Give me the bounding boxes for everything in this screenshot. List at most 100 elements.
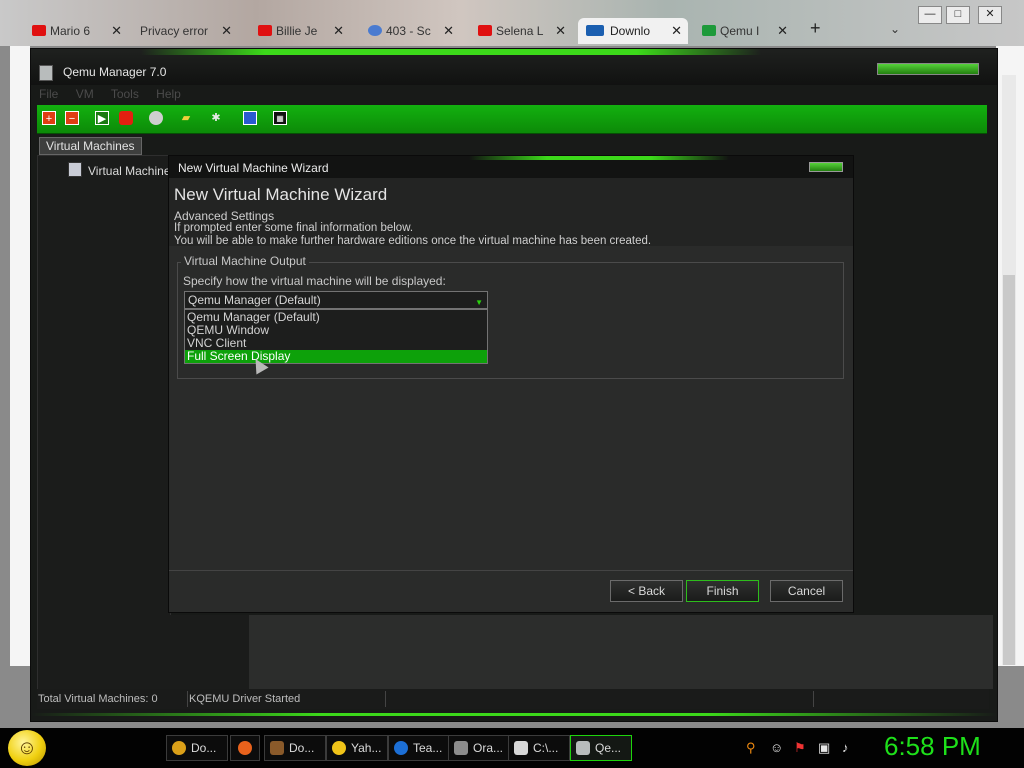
taskbar-item-label: Yah... (351, 741, 382, 755)
taskbar-item-virtualbox[interactable]: Ora... (448, 735, 510, 761)
qemu-app-icon (39, 65, 53, 81)
menu-file[interactable]: File (39, 87, 58, 101)
status-total-vms: Total Virtual Machines: 0 (38, 693, 158, 705)
firefox-icon (238, 741, 252, 755)
output-mode-select[interactable]: Qemu Manager (Default) ▼ (184, 291, 488, 309)
add-vm-icon[interactable]: + (42, 111, 56, 125)
wizard-subheading: Advanced Settings (174, 209, 275, 223)
close-tab-icon[interactable]: ✕ (333, 18, 344, 44)
browser-tab-4[interactable]: 403 - Sc ✕ (360, 18, 460, 44)
tree-item-virtual-machines[interactable]: Virtual Machines (68, 162, 177, 178)
menu-bar: File VM Tools Help (39, 87, 195, 103)
taskbar-item-chrome[interactable]: Do... (166, 735, 228, 761)
wizard-titlebar-accent (469, 156, 729, 160)
toolbar: + − ▶ ▰ ✱ ▦ (37, 105, 987, 134)
taskbar-item-label: Do... (191, 741, 217, 755)
close-tab-icon[interactable]: ✕ (777, 18, 788, 44)
remove-vm-icon[interactable]: − (65, 111, 79, 125)
window-titlebar[interactable]: Qemu Manager 7.0 (31, 49, 997, 85)
window-bottom-accent (31, 713, 997, 716)
output-mode-dropdown-list: Qemu Manager (Default) QEMU Window VNC C… (184, 309, 488, 364)
status-separator (187, 691, 188, 707)
browser-tab-1[interactable]: Mario 6 ✕ (24, 18, 128, 44)
scrollbar-thumb[interactable] (1003, 275, 1015, 665)
finish-button[interactable]: Finish (686, 580, 759, 602)
stop-icon[interactable] (119, 111, 133, 125)
wizard-title: New Virtual Machine Wizard (178, 161, 329, 175)
youtube-icon (258, 25, 272, 36)
play-icon[interactable]: ▶ (95, 111, 109, 125)
browser-tab-3[interactable]: Billie Je ✕ (250, 18, 350, 44)
page-background-left (10, 46, 30, 666)
window-controls[interactable] (877, 63, 979, 75)
browser-tab-7[interactable]: Qemu I ✕ (694, 18, 794, 44)
taskbar-item-teamviewer[interactable]: Tea... (388, 735, 450, 761)
tools-icon[interactable]: ✱ (209, 111, 223, 125)
maximize-button[interactable]: □ (946, 6, 970, 24)
wizard-footer-divider (169, 570, 853, 571)
start-button[interactable]: ☺ (8, 730, 46, 766)
cd-icon[interactable] (149, 111, 163, 125)
virtualbox-icon (454, 741, 468, 755)
vmware-icon (586, 25, 604, 36)
computer-icon (68, 162, 82, 177)
taskbar-item-firefox[interactable] (230, 735, 260, 761)
taskbar-item-label: Qe... (595, 741, 622, 755)
taskbar-item-7zip[interactable]: C:\... (508, 735, 570, 761)
output-select-value: Qemu Manager (Default) (188, 293, 321, 307)
taskbar-clock[interactable]: 6:58 PM (884, 731, 981, 762)
emoticon-tray-icon[interactable]: ☺ (770, 740, 783, 755)
wizard-close-button[interactable] (809, 162, 843, 172)
taskbar-item-label: Ora... (473, 741, 504, 755)
teamviewer-icon (394, 741, 408, 755)
close-tab-icon[interactable]: ✕ (443, 18, 454, 44)
save-icon[interactable] (243, 111, 257, 125)
taskbar-item-label: C:\... (533, 741, 559, 755)
back-button[interactable]: < Back (610, 580, 683, 602)
globe-icon (368, 25, 382, 36)
wizard-heading: New Virtual Machine Wizard (174, 185, 388, 204)
wizard-header: New Virtual Machine Wizard Advanced Sett… (169, 178, 853, 247)
browser-tab-label: Privacy error (140, 24, 209, 38)
cancel-button[interactable]: Cancel (770, 580, 843, 602)
menu-help[interactable]: Help (156, 87, 181, 101)
menu-vm[interactable]: VM (76, 87, 94, 101)
titlebar-accent (141, 49, 761, 55)
browser-tab-6[interactable]: Downlo ✕ (578, 18, 688, 44)
qemu-icon (576, 741, 590, 755)
taskbar-item-document[interactable]: Do... (264, 735, 326, 761)
browser-tab-strip: Mario 6 ✕ Privacy error ✕ Billie Je ✕ 40… (0, 0, 1024, 46)
tab-search-icon[interactable]: ⌄ (890, 22, 900, 36)
taskbar-item-qemu[interactable]: Qe... (570, 735, 632, 761)
taskbar-item-label: Tea... (413, 741, 443, 755)
close-window-button[interactable]: ✕ (978, 6, 1002, 24)
wizard-titlebar[interactable]: New Virtual Machine Wizard (169, 156, 853, 178)
dropdown-option-full-screen[interactable]: Full Screen Display (185, 350, 487, 363)
action-center-flag-icon[interactable]: ⚑ (794, 740, 806, 756)
minimize-button[interactable]: — (918, 6, 942, 24)
wizard-info-line-2: You will be able to make further hardwar… (174, 235, 652, 247)
volume-icon[interactable]: ♪ (842, 740, 849, 755)
new-tab-button[interactable]: + (810, 18, 821, 39)
window-title: Qemu Manager 7.0 (63, 65, 167, 79)
green-site-icon (702, 25, 716, 36)
folder-icon[interactable]: ▰ (179, 111, 193, 125)
close-tab-icon[interactable]: ✕ (555, 18, 566, 44)
search-icon[interactable]: ⚲ (746, 740, 756, 756)
browser-tab-label: Selena L (496, 24, 544, 38)
browser-tab-label: Downlo (610, 24, 651, 38)
taskbar-item-yahoo[interactable]: Yah... (326, 735, 388, 761)
browser-tab-5[interactable]: Selena L ✕ (470, 18, 572, 44)
status-separator (385, 691, 386, 707)
tab-virtual-machines[interactable]: Virtual Machines (39, 137, 142, 155)
youtube-icon (478, 25, 492, 36)
left-panel-lower (169, 615, 249, 689)
close-tab-icon[interactable]: ✕ (111, 18, 122, 44)
browser-tab-2[interactable]: Privacy error ✕ (130, 18, 238, 44)
taskbar-item-label: Do... (289, 741, 315, 755)
close-tab-icon[interactable]: ✕ (221, 18, 232, 44)
console-icon[interactable]: ▦ (273, 111, 287, 125)
network-icon[interactable]: ▣ (818, 740, 830, 756)
close-tab-icon[interactable]: ✕ (671, 18, 682, 44)
menu-tools[interactable]: Tools (111, 87, 139, 101)
